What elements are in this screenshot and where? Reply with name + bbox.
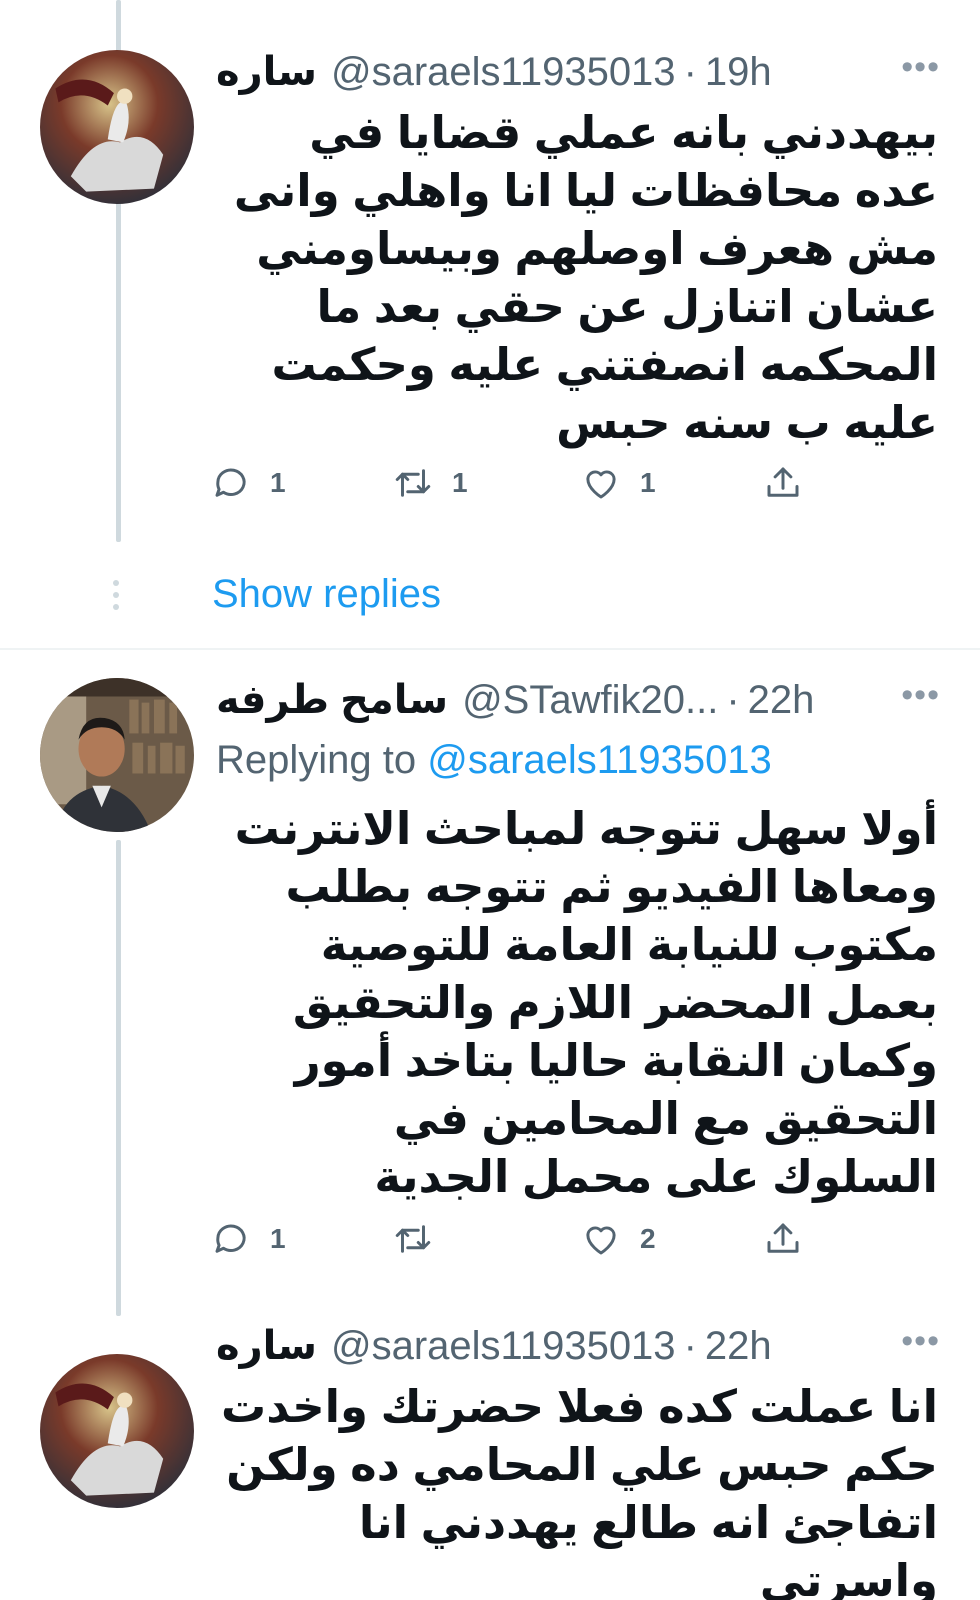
separator — [0, 648, 980, 650]
tweet[interactable]: ساره @saraels11935013 · 19h ••• بيهددني … — [0, 0, 980, 540]
replying-to-label: Replying to — [216, 738, 417, 782]
tweet-text: انا عملت كده فعلا حضرتك واخدت حكم حبس عل… — [220, 1381, 938, 1600]
timestamp[interactable]: 19h — [705, 50, 772, 95]
like-count: 2 — [640, 1223, 656, 1254]
tweet[interactable]: سامح طرفه @STawfik20... · 22h ••• Replyi… — [0, 660, 980, 1300]
display-name[interactable]: ساره — [216, 49, 317, 95]
avatar[interactable] — [40, 678, 194, 832]
reply-button[interactable]: 1 — [210, 1218, 286, 1260]
tweet-actions: 1 1 1 — [210, 462, 860, 512]
dot-separator: · — [683, 49, 697, 94]
reply-count: 1 — [270, 1223, 286, 1254]
user-handle[interactable]: @saraels11935013 — [331, 50, 676, 95]
avatar-image — [40, 678, 194, 832]
tweet[interactable]: ساره @saraels11935013 · 22h ••• انا عملت… — [0, 1320, 980, 1600]
show-replies-link[interactable]: Show replies — [212, 572, 441, 617]
reply-count: 1 — [270, 467, 286, 498]
tweet-header: سامح طرفه @STawfik20... · 22h ••• — [216, 674, 940, 726]
retweet-icon — [395, 1225, 431, 1253]
retweet-count: 1 — [452, 467, 468, 498]
user-handle[interactable]: @STawfik20... — [462, 678, 718, 723]
display-name[interactable]: سامح طرفه — [216, 677, 448, 723]
share-icon — [767, 467, 799, 497]
like-count: 1 — [640, 467, 656, 498]
tweet-text: بيهددني بانه عملي قضايا في عده محافظات ل… — [233, 107, 938, 448]
tweet-header: ساره @saraels11935013 · 19h ••• — [216, 46, 940, 98]
thread-collapsed-dots — [113, 580, 121, 616]
reply-icon — [215, 1224, 246, 1253]
more-icon[interactable]: ••• — [901, 676, 940, 715]
like-icon — [586, 470, 616, 499]
retweet-button[interactable] — [392, 1218, 452, 1260]
more-icon[interactable]: ••• — [901, 1322, 940, 1361]
replying-to-handle[interactable]: @saraels11935013 — [427, 738, 772, 782]
retweet-button[interactable]: 1 — [392, 462, 468, 504]
display-name[interactable]: ساره — [216, 1323, 317, 1369]
avatar-image — [40, 50, 194, 204]
like-button[interactable]: 2 — [580, 1218, 656, 1260]
reply-icon — [215, 468, 246, 497]
like-button[interactable]: 1 — [580, 462, 656, 504]
timestamp[interactable]: 22h — [705, 1324, 772, 1369]
reply-button[interactable]: 1 — [210, 462, 286, 504]
tweet-header: ساره @saraels11935013 · 22h ••• — [216, 1320, 940, 1372]
share-icon — [767, 1223, 799, 1253]
replying-to: Replying to @saraels11935013 — [216, 738, 772, 783]
like-icon — [586, 1226, 616, 1255]
retweet-icon — [395, 469, 431, 497]
dot-separator: · — [726, 677, 740, 722]
user-handle[interactable]: @saraels11935013 — [331, 1324, 676, 1369]
tweet-actions: 1 2 — [210, 1218, 860, 1268]
avatar[interactable] — [40, 1354, 194, 1508]
more-icon[interactable]: ••• — [901, 48, 940, 87]
tweet-text: أولا سهل تتوجه لمباحث الانترنت ومعاها ال… — [234, 803, 938, 1202]
avatar-image — [40, 1354, 194, 1508]
avatar[interactable] — [40, 50, 194, 204]
share-button[interactable] — [762, 462, 804, 504]
share-button[interactable] — [762, 1218, 804, 1260]
timestamp[interactable]: 22h — [748, 678, 815, 723]
dot-separator: · — [683, 1323, 697, 1368]
